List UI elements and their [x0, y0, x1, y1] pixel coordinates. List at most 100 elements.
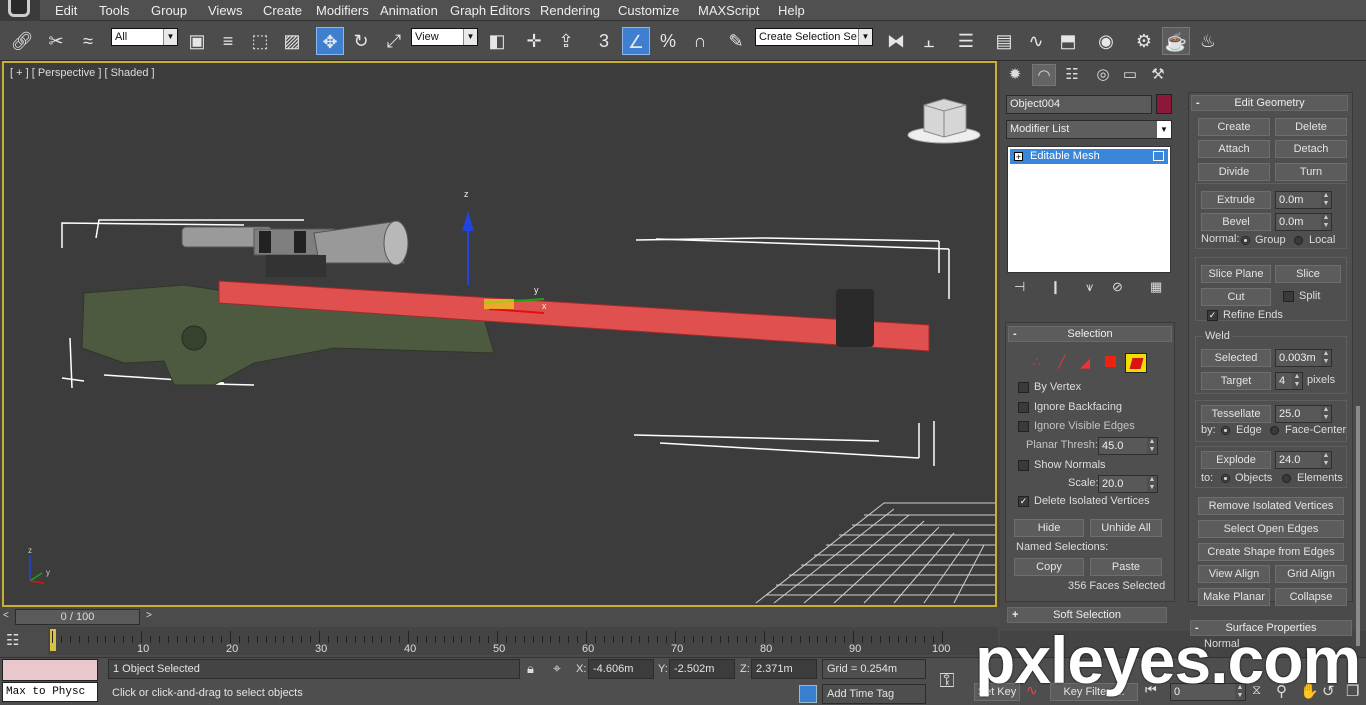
time-marker[interactable]	[50, 629, 56, 651]
menu-create[interactable]: Create	[263, 3, 302, 18]
x-coordinate-field[interactable]: -4.606m	[588, 659, 654, 679]
weld-target-spinner[interactable]: 4 ▲ ▼	[1275, 372, 1303, 390]
maxscript-input[interactable]: Max to Physc	[2, 682, 98, 702]
menu-views[interactable]: Views	[208, 3, 242, 18]
explode-spinner[interactable]: 24.0 ▲ ▼	[1275, 451, 1332, 469]
explode-objects-radio[interactable]	[1221, 474, 1230, 483]
vertex-level-icon[interactable]: ∴	[1033, 355, 1041, 369]
selection-lock-icon[interactable]: 🔒︎	[527, 661, 534, 677]
stack-display-icon[interactable]	[1153, 151, 1164, 161]
curve-editor-icon[interactable]: ∿	[1022, 27, 1050, 55]
window-crossing-icon[interactable]: ▨	[278, 27, 306, 55]
hide-button[interactable]: Hide	[1014, 519, 1084, 537]
menu-graph-editors[interactable]: Graph Editors	[450, 3, 530, 18]
tessellate-button[interactable]: Tessellate	[1201, 405, 1271, 423]
explode-button[interactable]: Explode	[1201, 451, 1271, 469]
panel-scrollbar[interactable]	[1356, 406, 1360, 646]
by-vertex-checkbox[interactable]	[1018, 382, 1029, 393]
rendered-frame-icon[interactable]: ☕	[1162, 27, 1190, 55]
tessellate-spinner[interactable]: 25.0 ▲ ▼	[1275, 405, 1332, 423]
spinner-arrows-icon[interactable]: ▲ ▼	[1321, 214, 1331, 230]
mini-curve-editor-icon[interactable]: ☷	[6, 631, 36, 651]
percent-snap-icon[interactable]: %	[654, 27, 682, 55]
menu-modifiers[interactable]: Modifiers	[316, 3, 369, 18]
create-button[interactable]: Create	[1198, 118, 1270, 136]
snaps-toggle-icon[interactable]: 3	[590, 27, 618, 55]
weld-threshold-spinner[interactable]: 0.003m ▲ ▼	[1275, 349, 1332, 367]
menu-edit[interactable]: Edit	[55, 3, 77, 18]
polygon-level-icon[interactable]	[1105, 356, 1116, 367]
ignore-visible-edges-checkbox[interactable]	[1018, 421, 1029, 432]
maxscript-listener-output[interactable]	[2, 659, 98, 681]
explode-elements-radio[interactable]	[1282, 474, 1291, 483]
selection-rollout-title[interactable]: - Selection	[1008, 326, 1172, 342]
object-color-swatch[interactable]	[1156, 94, 1172, 114]
motion-tab-icon[interactable]: ◎	[1091, 64, 1115, 86]
split-checkbox[interactable]	[1283, 291, 1294, 302]
schematic-view-icon[interactable]: ⬒	[1054, 27, 1082, 55]
pivot-center-icon[interactable]: ◧	[483, 27, 511, 55]
spinner-arrows-icon[interactable]: ▲ ▼	[1321, 350, 1331, 366]
keyboard-shortcut-override-icon[interactable]: ⇪	[552, 27, 580, 55]
rect-selection-icon[interactable]: ⬚	[246, 27, 274, 55]
make-unique-icon[interactable]: ⩛	[1086, 279, 1093, 295]
select-object-icon[interactable]: ▣	[183, 27, 211, 55]
normal-group-radio[interactable]	[1241, 236, 1250, 245]
select-by-name-icon[interactable]: ≡	[214, 27, 242, 55]
soft-selection-rollout-title[interactable]: + Soft Selection	[1007, 607, 1167, 623]
mirror-icon[interactable]: ⧓	[882, 27, 910, 55]
z-coordinate-field[interactable]: 2.371m	[751, 659, 817, 679]
cut-button[interactable]: Cut	[1201, 288, 1271, 306]
divide-button[interactable]: Divide	[1198, 163, 1270, 181]
remove-modifier-icon[interactable]: ⊘	[1112, 279, 1123, 295]
perspective-viewport[interactable]: [ + ] [ Perspective ] [ Shaded ] y x z z…	[2, 61, 997, 607]
named-selection-dropdown[interactable]: Create Selection Se ▼	[755, 28, 873, 46]
planar-thresh-spinner[interactable]: 45.0 ▲ ▼	[1098, 437, 1158, 455]
show-end-result-icon[interactable]: ❙	[1050, 279, 1061, 295]
time-slider[interactable]: 0 / 100	[15, 609, 140, 625]
show-normals-checkbox[interactable]	[1018, 460, 1029, 471]
tess-edge-radio[interactable]	[1221, 426, 1230, 435]
angle-snap-icon[interactable]: ∠	[622, 27, 650, 55]
next-frame-icon[interactable]: >	[146, 610, 152, 621]
menu-group[interactable]: Group	[151, 3, 187, 18]
extrude-button[interactable]: Extrude	[1201, 191, 1271, 209]
weld-selected-button[interactable]: Selected	[1201, 349, 1271, 367]
spinner-arrows-icon[interactable]: ▲ ▼	[1147, 438, 1157, 454]
unhide-all-button[interactable]: Unhide All	[1090, 519, 1162, 537]
spinner-snap-icon[interactable]: ∩	[686, 27, 714, 55]
face-level-icon[interactable]: ◢	[1080, 355, 1090, 371]
material-editor-icon[interactable]: ◉	[1092, 27, 1120, 55]
layer-manager-icon[interactable]: ☰	[952, 27, 980, 55]
copy-button[interactable]: Copy	[1014, 558, 1084, 576]
collapse-button[interactable]: Collapse	[1275, 588, 1347, 606]
detach-button[interactable]: Detach	[1275, 140, 1347, 158]
expand-plus-icon[interactable]: +	[1014, 152, 1023, 162]
normals-scale-spinner[interactable]: 20.0 ▲ ▼	[1098, 475, 1158, 493]
menu-rendering[interactable]: Rendering	[540, 3, 600, 18]
selection-filter-dropdown[interactable]: All ▼	[111, 28, 178, 46]
turn-button[interactable]: Turn	[1275, 163, 1347, 181]
hierarchy-tab-icon[interactable]: ☷	[1060, 64, 1084, 86]
utilities-tab-icon[interactable]: ⚒	[1146, 64, 1170, 86]
make-planar-button[interactable]: Make Planar	[1198, 588, 1270, 606]
tess-face-center-radio[interactable]	[1270, 426, 1279, 435]
menu-animation[interactable]: Animation	[380, 3, 438, 18]
app-logo-icon[interactable]	[0, 0, 40, 21]
spinner-arrows-icon[interactable]: ▲ ▼	[1292, 373, 1302, 389]
delete-isolated-checkbox[interactable]: ✓	[1018, 496, 1029, 507]
paste-button[interactable]: Paste	[1090, 558, 1162, 576]
refine-ends-checkbox[interactable]: ✓	[1207, 310, 1218, 321]
modifier-list-dropdown[interactable]: Modifier List ▼	[1006, 120, 1172, 139]
object-name-field[interactable]: Object004	[1006, 95, 1152, 114]
spinner-arrows-icon[interactable]: ▲ ▼	[1147, 476, 1157, 492]
edge-level-icon[interactable]: ╱	[1058, 355, 1065, 369]
view-align-button[interactable]: View Align	[1198, 565, 1270, 583]
modifier-stack[interactable]: + Editable Mesh	[1007, 146, 1171, 273]
create-tab-icon[interactable]: ✹	[1003, 64, 1027, 86]
menu-customize[interactable]: Customize	[618, 3, 679, 18]
spinner-arrows-icon[interactable]: ▲ ▼	[1321, 452, 1331, 468]
modify-tab-icon[interactable]: ◠	[1032, 64, 1056, 86]
configure-modifier-sets-icon[interactable]: ▦	[1150, 279, 1162, 295]
extrude-spinner[interactable]: 0.0m ▲ ▼	[1275, 191, 1332, 209]
